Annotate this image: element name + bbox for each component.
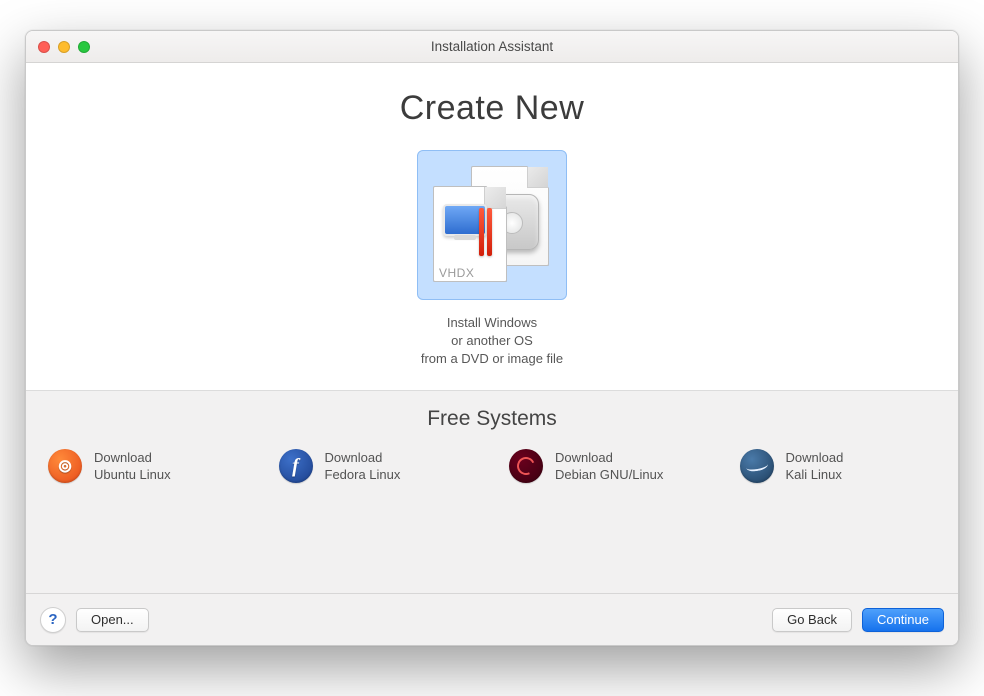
kali-icon xyxy=(740,449,774,483)
caption-line: Install Windows xyxy=(26,314,958,332)
open-button[interactable]: Open... xyxy=(76,608,149,632)
free-system-label: Download Kali Linux xyxy=(786,449,844,483)
window-zoom-button[interactable] xyxy=(78,41,90,53)
free-system-debian[interactable]: Download Debian GNU/Linux xyxy=(509,449,706,483)
page-heading: Create New xyxy=(26,89,958,128)
help-button[interactable]: ? xyxy=(40,607,66,633)
caption-line: or another OS xyxy=(26,332,958,350)
window-close-button[interactable] xyxy=(38,41,50,53)
free-system-fedora[interactable]: f Download Fedora Linux xyxy=(279,449,476,483)
traffic-lights xyxy=(38,41,90,53)
install-media-icon: VHDX xyxy=(427,160,557,290)
window-title: Installation Assistant xyxy=(26,39,958,54)
free-system-label: Download Debian GNU/Linux xyxy=(555,449,663,483)
fedora-icon: f xyxy=(279,449,313,483)
free-system-label: Download Fedora Linux xyxy=(325,449,401,483)
ubuntu-icon: ⊚ xyxy=(48,449,82,483)
footer-bar: ? Open... Go Back Continue xyxy=(26,593,958,645)
continue-button[interactable]: Continue xyxy=(862,608,944,632)
free-system-label: Download Ubuntu Linux xyxy=(94,449,171,483)
card-caption: Install Windows or another OS from a DVD… xyxy=(26,314,958,368)
free-system-kali[interactable]: Download Kali Linux xyxy=(740,449,937,483)
debian-icon xyxy=(509,449,543,483)
install-from-media-card[interactable]: VHDX xyxy=(417,150,567,300)
free-systems-row: ⊚ Download Ubuntu Linux f Download Fedor… xyxy=(26,449,958,483)
go-back-button[interactable]: Go Back xyxy=(772,608,852,632)
installation-assistant-window: Installation Assistant Create New VHDX xyxy=(25,30,959,646)
free-systems-heading: Free Systems xyxy=(26,407,958,431)
caption-line: from a DVD or image file xyxy=(26,350,958,368)
titlebar: Installation Assistant xyxy=(26,31,958,63)
window-minimize-button[interactable] xyxy=(58,41,70,53)
free-system-ubuntu[interactable]: ⊚ Download Ubuntu Linux xyxy=(48,449,245,483)
create-new-section: Create New VHDX Install Wi xyxy=(26,63,958,368)
vhdx-badge: VHDX xyxy=(439,266,474,280)
free-systems-section: Free Systems ⊚ Download Ubuntu Linux f xyxy=(26,390,958,593)
